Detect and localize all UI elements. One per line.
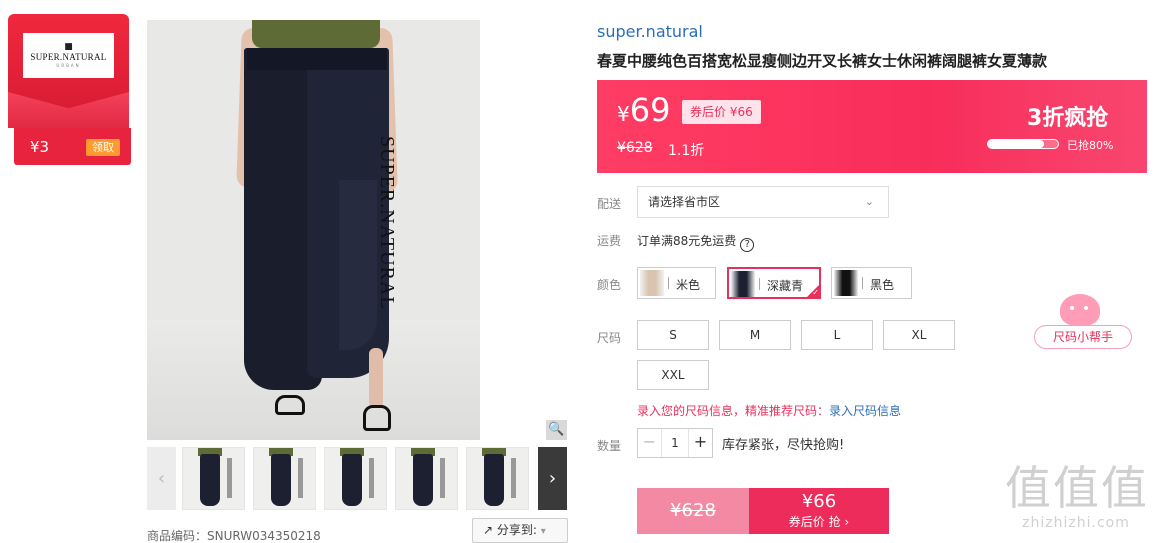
share-icon: ↗ [483,523,494,537]
coupon-footer: ¥3 领取 [14,128,131,165]
color-divider [862,277,863,289]
buy-with-coupon-button[interactable]: ¥66 券后价 抢 › [749,488,889,534]
sandal-right [363,405,391,431]
sold-progress-text: 已抢80% [1067,139,1114,152]
mascot-eye [1070,306,1074,310]
color-divider [759,278,760,290]
logo-name: SUPER.NATURAL [30,52,107,62]
color-name: 黑色 [870,278,895,292]
thumb-prev-icon[interactable]: ‹ [147,447,176,510]
size-tip-link[interactable]: 录入尺码信息 [829,404,901,418]
size-option-xl[interactable]: XL [883,320,955,350]
chevron-down-icon: ▾ [540,526,546,537]
size-helper-mascot-icon [1060,294,1100,326]
size-option-l[interactable]: L [801,320,873,350]
size-label: 尺码 [597,331,622,345]
color-swatch [834,270,858,296]
after-coupon-tag: 券后价 ¥66 [682,100,761,124]
main-product-image[interactable] [147,20,480,440]
shop-coupon-card[interactable]: ■ SUPER.NATURAL URBAN ¥3 领取 [8,14,131,165]
sold-progress-fill [988,140,1044,148]
address-select[interactable]: 请选择省市区 ⌄ [637,186,889,218]
color-name: 深藏青 [767,279,804,293]
site-watermark: 值值值 zhizhizhi.com [1005,462,1147,537]
price-value: 69 [629,91,671,129]
watermark-url: zhizhizhi.com [1022,515,1130,531]
brand-link[interactable]: super.natural [597,22,703,41]
thumbnail[interactable] [253,447,316,510]
thumbnail[interactable] [466,447,529,510]
color-option-beige[interactable]: 米色 [637,267,716,299]
size-option-xxl[interactable]: XXL [637,360,709,390]
watermark-logo: 值值值 [1005,461,1149,515]
coupon-amount: ¥3 [30,138,50,156]
color-option-black[interactable]: 黑色 [831,267,912,299]
address-placeholder: 请选择省市区 [648,195,721,209]
quantity-minus-button[interactable]: − [638,429,662,457]
quantity-plus-button[interactable]: + [688,429,712,457]
logo-mark-icon: ■ [64,42,73,52]
buy-bar: ¥628 ¥66 券后价 抢 › [637,488,889,534]
thumbnail-strip: ‹ › [147,447,567,510]
freight-info: 订单满88元免运费? [637,232,755,252]
size-tip: 录入您的尺码信息，精准推荐尺码：录入尺码信息 [637,402,901,419]
color-swatch [731,271,755,297]
color-option-navy[interactable]: 深藏青 ✓ [727,267,821,299]
currency-symbol: ¥ [617,102,630,126]
sku-code: 商品编码：SNURW034350218 [147,529,321,543]
color-divider [668,277,669,289]
color-label: 颜色 [597,278,622,292]
mascot-eye [1084,306,1088,310]
discount-label: 1.1折 [668,143,705,159]
model-leg [369,348,383,408]
buy-coupon-price: ¥66 [801,491,837,512]
brand-logo: ■ SUPER.NATURAL URBAN [23,33,114,78]
quantity-label: 数量 [597,439,622,453]
original-price: ¥628 [617,140,653,156]
size-tip-text: 录入您的尺码信息，精准推荐尺码： [637,404,830,418]
model-shirt [252,20,380,48]
thumbnail[interactable] [324,447,387,510]
thumbnail[interactable] [395,447,458,510]
image-brand-text: SUPER.NATURAL [376,136,398,310]
color-name: 米色 [676,278,701,292]
pants-waist [247,48,387,70]
sold-progress-bar [987,139,1059,149]
buy-coupon-label: 券后价 抢 › [788,515,850,529]
freight-text: 订单满88元免运费 [637,234,737,248]
color-swatch [640,270,664,296]
stock-status: 库存紧张，尽快抢购! [722,438,845,453]
price-banner: ¥69 券后价 ¥66 ¥628 1.1折 3折疯抢 已抢80% [597,80,1147,173]
freight-label: 运费 [597,234,622,248]
chevron-down-icon: ⌄ [864,195,874,208]
sandal-left [275,395,305,415]
quantity-input[interactable]: 1 [662,429,688,457]
quantity-stepper: − 1 + [637,428,713,458]
thumb-next-icon[interactable]: › [538,447,567,510]
size-option-m[interactable]: M [719,320,791,350]
flash-sale-title: 3折疯抢 [1027,106,1109,131]
buy-original-price[interactable]: ¥628 [637,488,749,534]
check-icon: ✓ [806,284,820,298]
logo-sub: URBAN [56,63,81,68]
thumbnail[interactable] [182,447,245,510]
delivery-label: 配送 [597,197,622,211]
current-price: ¥69 [617,90,670,134]
share-button[interactable]: ↗ 分享到: ▾ [472,518,568,543]
question-circle-icon[interactable]: ? [740,238,755,252]
product-title: 春夏中腰纯色百搭宽松显瘦侧边开叉长裤女士休闲裤阔腿裤女夏薄款 [597,52,1048,70]
size-helper-button[interactable]: 尺码小帮手 [1034,325,1132,349]
size-option-s[interactable]: S [637,320,709,350]
zoom-icon[interactable]: 🔍 [546,420,567,440]
share-label: 分享到: [496,523,537,537]
coupon-get-button[interactable]: 领取 [86,139,120,156]
